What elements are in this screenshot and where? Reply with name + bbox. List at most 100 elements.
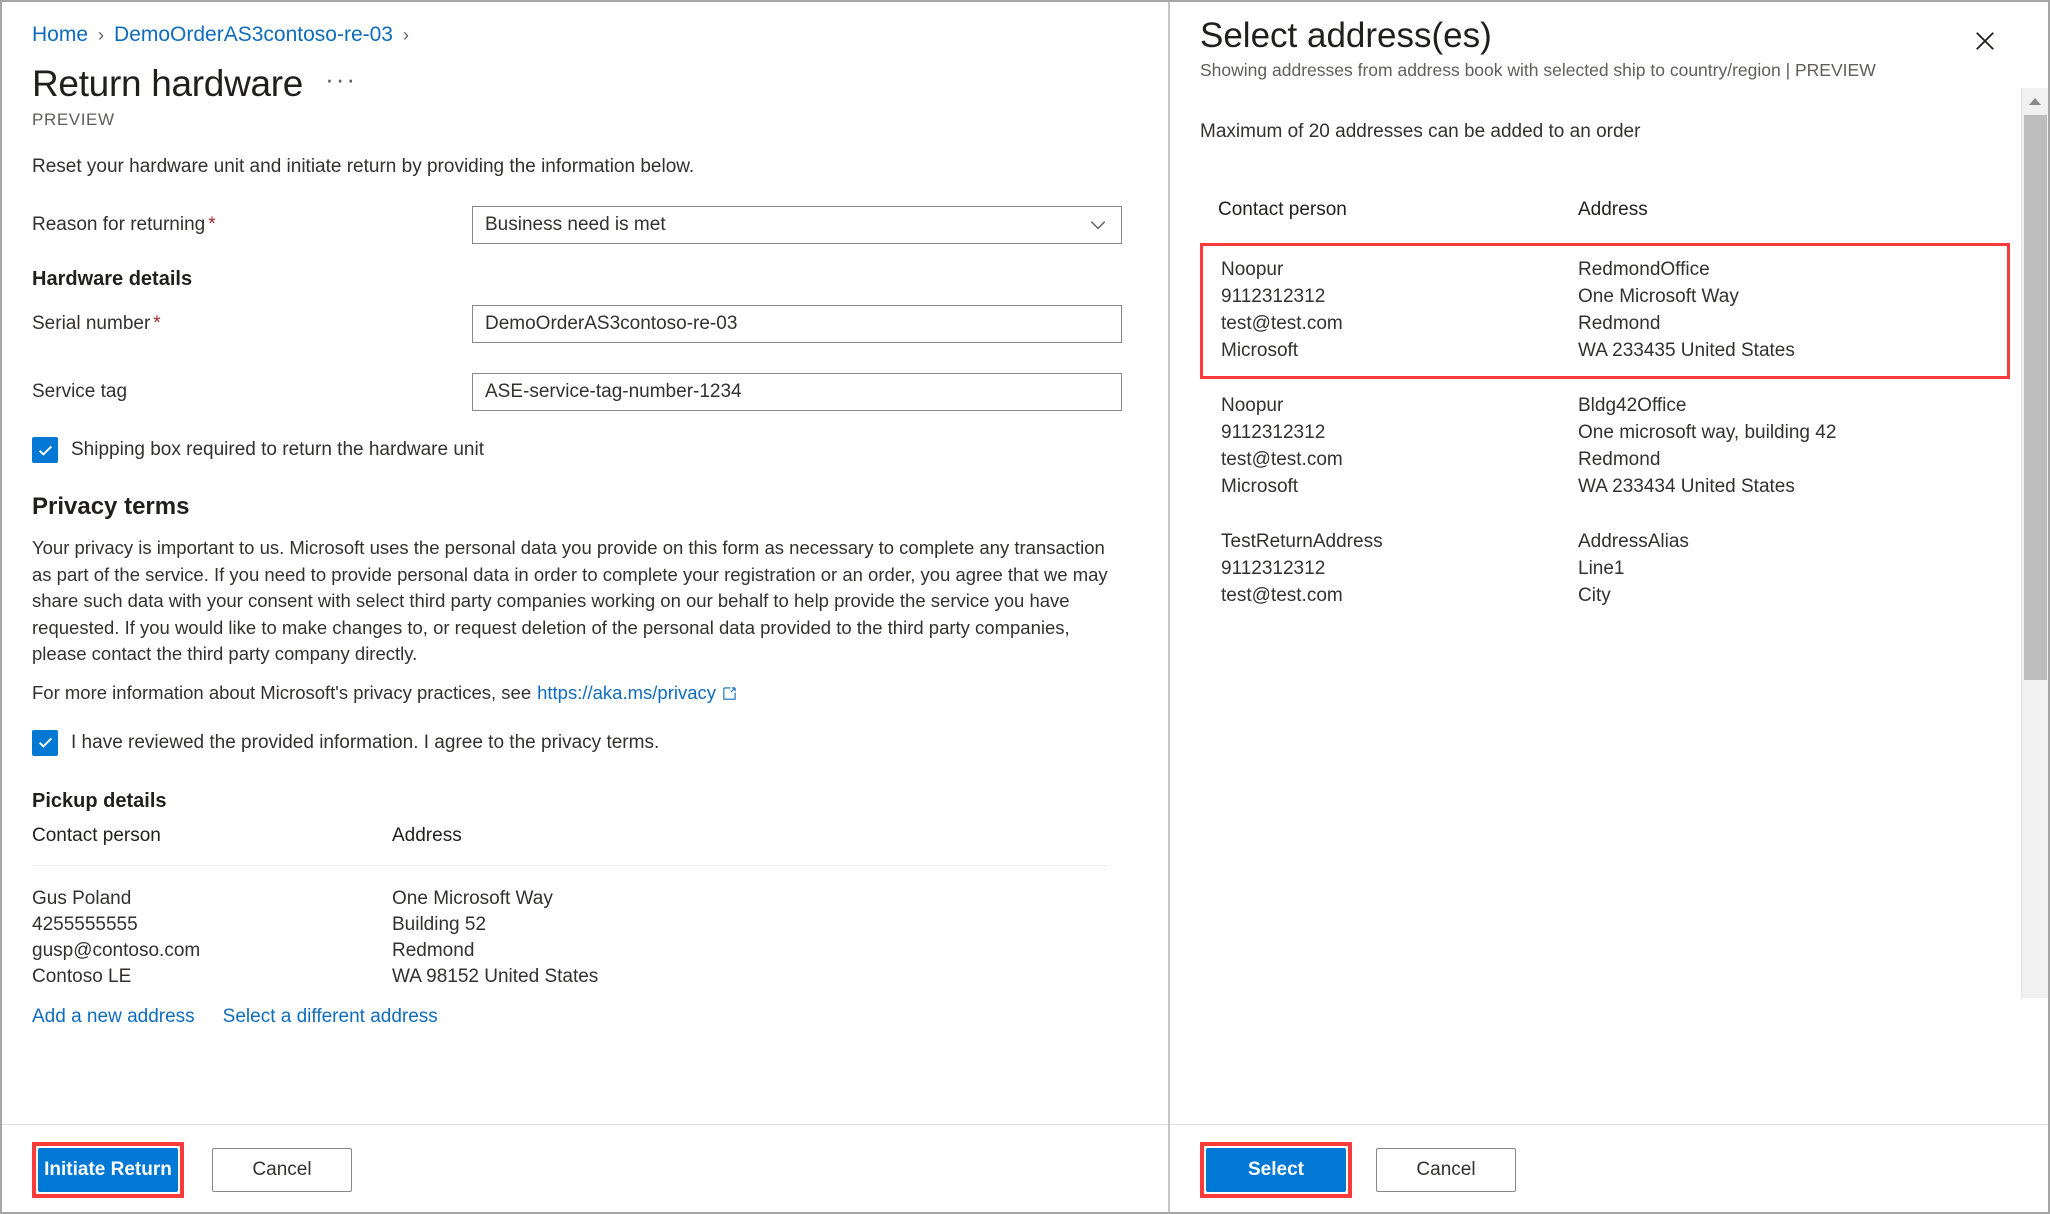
pickup-contact-name: Gus Poland xyxy=(32,887,132,909)
required-indicator: * xyxy=(208,214,216,235)
initiate-return-highlight: Initiate Return xyxy=(32,1141,184,1198)
address-city: Redmond xyxy=(1578,449,1661,470)
service-tag-input[interactable]: ASE-service-tag-number-1234 xyxy=(472,373,1122,411)
chevron-right-icon: › xyxy=(98,24,105,45)
external-link-icon xyxy=(723,686,736,700)
contact-phone: 9112312312 xyxy=(1221,558,1326,579)
select-address-button[interactable]: Select xyxy=(1206,1147,1346,1192)
pickup-contact-phone: 4255555555 xyxy=(32,913,138,935)
contact-company: Microsoft xyxy=(1221,340,1299,361)
address-alias: AddressAlias xyxy=(1578,531,1689,552)
preview-badge: PREVIEW xyxy=(32,110,115,129)
address-row-2[interactable]: Noopur 9112312312 test@test.com Microsof… xyxy=(1200,379,2010,515)
contact-email: test@test.com xyxy=(1221,585,1343,606)
select-button-highlight: Select xyxy=(1200,1141,1352,1198)
hardware-details-heading: Hardware details xyxy=(32,268,193,290)
address-column-contact: Contact person xyxy=(1218,199,1347,220)
privacy-policy-link[interactable]: https://aka.ms/privacy xyxy=(537,682,716,704)
shipping-box-checkbox-row[interactable]: Shipping box required to return the hard… xyxy=(32,437,1136,463)
panel-heading-group: Select address(es) Showing addresses fro… xyxy=(1200,14,1876,81)
address-city: Redmond xyxy=(1578,313,1661,334)
address-row-3-contact: TestReturnAddress 9112312312 test@test.c… xyxy=(1221,528,1578,609)
more-options-icon[interactable]: ··· xyxy=(325,64,357,105)
scrollbar-thumb[interactable] xyxy=(2024,115,2047,680)
pickup-column-address: Address xyxy=(392,824,462,846)
add-new-address-link[interactable]: Add a new address xyxy=(32,1006,195,1028)
address-region: WA 233434 United States xyxy=(1578,476,1795,497)
serial-number-label: Serial number * xyxy=(32,313,472,335)
contact-name: TestReturnAddress xyxy=(1221,531,1383,552)
address-table-header: Contact person Address xyxy=(1200,199,2010,221)
shipping-box-checkbox[interactable] xyxy=(32,437,58,463)
select-different-address-link[interactable]: Select a different address xyxy=(223,1006,438,1028)
panel-scrollbar[interactable] xyxy=(2021,88,2048,998)
breadcrumb-item-order[interactable]: DemoOrderAS3contoso-re-03 xyxy=(114,23,393,47)
left-panel-footer: Initiate Return Cancel xyxy=(0,1124,1168,1214)
pickup-table-row: Gus Poland 4255555555 gusp@contoso.com C… xyxy=(32,866,1107,990)
check-icon xyxy=(38,445,52,456)
pickup-details-heading: Pickup details xyxy=(32,789,167,812)
pickup-address-city: Redmond xyxy=(392,939,475,961)
privacy-link-line: For more information about Microsoft's p… xyxy=(32,682,1136,704)
serial-number-input[interactable]: DemoOrderAS3contoso-re-03 xyxy=(472,305,1122,343)
left-panel-content: Home › DemoOrderAS3contoso-re-03 › Retur… xyxy=(0,0,1168,1028)
address-row-2-contact: Noopur 9112312312 test@test.com Microsof… xyxy=(1221,392,1578,500)
address-row-1-address: RedmondOffice One Microsoft Way Redmond … xyxy=(1578,256,1795,364)
address-selection-table: Contact person Address Noopur 9112312312… xyxy=(1200,199,2010,624)
pickup-address-region: WA 98152 United States xyxy=(392,965,599,987)
cancel-return-button[interactable]: Cancel xyxy=(212,1147,352,1192)
chevron-down-icon xyxy=(1090,221,1106,230)
right-panel-footer: Select Cancel xyxy=(1170,1124,2048,1214)
pickup-address-line2: Building 52 xyxy=(392,913,487,935)
pickup-contact-cell: Gus Poland 4255555555 gusp@contoso.com C… xyxy=(32,886,392,990)
privacy-consent-checkbox[interactable] xyxy=(32,729,58,756)
reason-label: Reason for returning * xyxy=(32,214,472,236)
panel-title: Select address(es) xyxy=(1200,16,1492,55)
max-addresses-note: Maximum of 20 addresses can be added to … xyxy=(1200,121,1641,142)
address-row-2-address: Bldg42Office One microsoft way, building… xyxy=(1578,392,1836,500)
privacy-consent-checkbox-row[interactable]: I have reviewed the provided information… xyxy=(32,729,1136,756)
address-column-address: Address xyxy=(1578,199,1648,220)
pickup-address-table: Contact person Address Gus Poland 425555… xyxy=(32,825,1107,1028)
address-row-3-address: AddressAlias Line1 City xyxy=(1578,528,1689,609)
return-hardware-screen: Home › DemoOrderAS3contoso-re-03 › Retur… xyxy=(0,0,2050,1214)
scroll-up-button[interactable] xyxy=(2022,88,2048,114)
privacy-consent-label: I have reviewed the provided information… xyxy=(71,731,660,753)
cancel-select-button[interactable]: Cancel xyxy=(1376,1147,1516,1192)
panel-subtitle: Showing addresses from address book with… xyxy=(1200,60,1876,80)
close-panel-button[interactable] xyxy=(1962,18,2008,64)
reason-selected-value: Business need is met xyxy=(485,214,666,235)
right-panel-content: Select address(es) Showing addresses fro… xyxy=(1170,0,2048,624)
privacy-link-prefix: For more information about Microsoft's p… xyxy=(32,681,532,703)
page-title-row: Return hardware ··· xyxy=(32,62,1136,106)
contact-phone: 9112312312 xyxy=(1221,422,1326,443)
chevron-right-icon: › xyxy=(403,24,409,45)
pickup-column-contact: Contact person xyxy=(32,824,161,846)
select-addresses-panel: Select address(es) Showing addresses fro… xyxy=(1170,0,2048,1214)
contact-phone: 9112312312 xyxy=(1221,286,1326,307)
contact-name: Noopur xyxy=(1221,395,1284,416)
reason-label-text: Reason for returning xyxy=(32,214,206,235)
pickup-contact-email: gusp@contoso.com xyxy=(32,939,201,961)
pickup-address-cell: One Microsoft Way Building 52 Redmond WA… xyxy=(392,886,598,990)
required-indicator: * xyxy=(153,313,161,334)
serial-number-value: DemoOrderAS3contoso-re-03 xyxy=(485,313,738,334)
triangle-up-icon xyxy=(2029,97,2041,105)
reason-select[interactable]: Business need is met xyxy=(472,206,1122,244)
privacy-terms-heading: Privacy terms xyxy=(32,493,190,520)
reason-field-row: Reason for returning * Business need is m… xyxy=(32,206,1136,244)
address-row-1-contact: Noopur 9112312312 test@test.com Microsof… xyxy=(1221,256,1578,364)
initiate-return-button[interactable]: Initiate Return xyxy=(38,1147,178,1192)
privacy-terms-body: Your privacy is important to us. Microso… xyxy=(32,537,1108,664)
address-row-1[interactable]: Noopur 9112312312 test@test.com Microsof… xyxy=(1200,243,2010,379)
return-hardware-panel: Home › DemoOrderAS3contoso-re-03 › Retur… xyxy=(0,0,1170,1214)
breadcrumb: Home › DemoOrderAS3contoso-re-03 › xyxy=(32,18,1136,52)
address-alias: Bldg42Office xyxy=(1578,395,1687,416)
address-row-3[interactable]: TestReturnAddress 9112312312 test@test.c… xyxy=(1200,515,2010,624)
address-city: City xyxy=(1578,585,1611,606)
panel-header: Select address(es) Showing addresses fro… xyxy=(1200,14,2048,81)
service-tag-value: ASE-service-tag-number-1234 xyxy=(485,381,742,402)
contact-email: test@test.com xyxy=(1221,313,1343,334)
address-line1: One Microsoft Way xyxy=(1578,286,1739,307)
breadcrumb-item-home[interactable]: Home xyxy=(32,23,88,47)
